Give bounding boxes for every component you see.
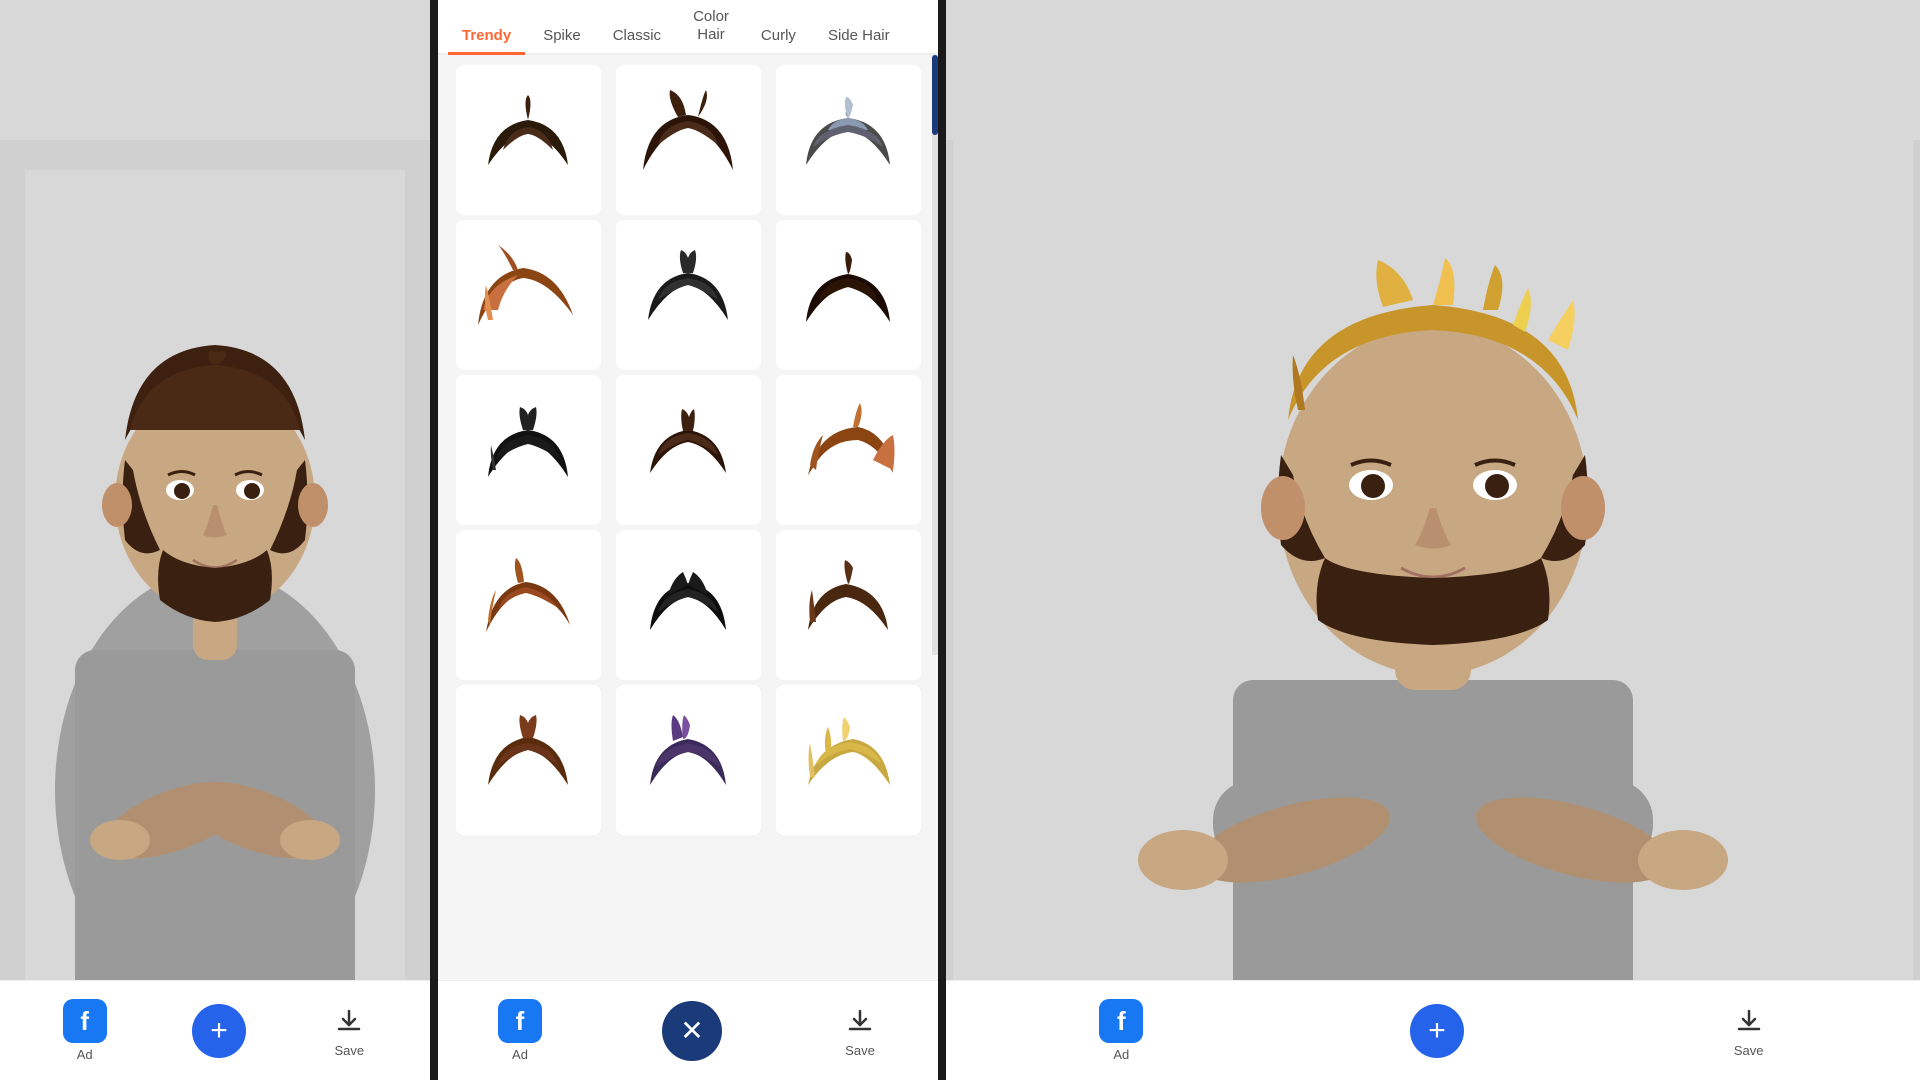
tab-side-hair[interactable]: Side Hair: [814, 19, 904, 55]
hair-style-14[interactable]: [616, 685, 761, 835]
right-facebook-icon[interactable]: f: [1099, 999, 1143, 1043]
center-panel: Trendy Spike Classic Color Hair Curly Si…: [438, 0, 938, 1080]
center-facebook-icon[interactable]: f: [498, 999, 542, 1043]
hair-row-5: [438, 685, 938, 835]
left-add-button[interactable]: +: [192, 1004, 246, 1058]
left-divider: [430, 0, 438, 1080]
hair-style-12[interactable]: [776, 530, 921, 680]
right-save-icon[interactable]: [1731, 1003, 1767, 1039]
right-ad-button[interactable]: f Ad: [1099, 999, 1143, 1062]
hair-row-4: [438, 530, 938, 680]
tab-curly[interactable]: Curly: [747, 19, 810, 55]
hair-style-9[interactable]: [776, 375, 921, 525]
hair-style-5[interactable]: [616, 220, 761, 370]
left-ad-button[interactable]: f Ad: [63, 999, 107, 1062]
hair-style-13[interactable]: [456, 685, 601, 835]
tab-spike[interactable]: Spike: [529, 19, 595, 55]
tab-classic[interactable]: Classic: [599, 19, 675, 55]
left-ad-label: Ad: [77, 1047, 93, 1062]
left-save-icon[interactable]: [331, 1003, 367, 1039]
tab-color-hair[interactable]: Color Hair: [679, 0, 743, 55]
left-save-label: Save: [334, 1043, 364, 1058]
scroll-thumb: [932, 55, 938, 135]
center-ad-label: Ad: [512, 1047, 528, 1062]
hair-style-11[interactable]: [616, 530, 761, 680]
right-save-button[interactable]: Save: [1731, 1003, 1767, 1058]
left-panel: f Ad + Save: [0, 0, 430, 1080]
right-add-button[interactable]: +: [1410, 1004, 1464, 1058]
center-save-button[interactable]: Save: [842, 1003, 878, 1058]
right-save-label: Save: [1734, 1043, 1764, 1058]
center-save-icon[interactable]: [842, 1003, 878, 1039]
hair-style-10[interactable]: [456, 530, 601, 680]
right-bottom-bar: f Ad + Save: [946, 980, 1920, 1080]
right-ad-label: Ad: [1113, 1047, 1129, 1062]
left-plus-icon[interactable]: +: [192, 1004, 246, 1058]
tab-trendy[interactable]: Trendy: [448, 19, 525, 55]
right-person-image: [946, 140, 1920, 1060]
hair-row-2: [438, 220, 938, 370]
scroll-bar[interactable]: [932, 55, 938, 655]
left-bottom-bar: f Ad + Save: [0, 980, 430, 1080]
hair-style-4[interactable]: [456, 220, 601, 370]
hair-style-1[interactable]: [456, 65, 601, 215]
hair-category-tabs: Trendy Spike Classic Color Hair Curly Si…: [438, 0, 938, 55]
hair-style-15[interactable]: [776, 685, 921, 835]
right-panel: f Ad + Save: [946, 0, 1920, 1080]
hair-style-2[interactable]: [616, 65, 761, 215]
hair-style-grid: [438, 55, 938, 980]
hair-style-6[interactable]: [776, 220, 921, 370]
right-divider: [938, 0, 946, 1080]
center-ad-button[interactable]: f Ad: [498, 999, 542, 1062]
left-person-image: [0, 140, 430, 1060]
right-plus-icon[interactable]: +: [1410, 1004, 1464, 1058]
hair-row-3: [438, 375, 938, 525]
center-save-label: Save: [845, 1043, 875, 1058]
hair-style-8[interactable]: [616, 375, 761, 525]
close-button[interactable]: ✕: [662, 1001, 722, 1061]
center-bottom-bar: f Ad ✕ Save: [438, 980, 938, 1080]
hair-row-1: [438, 65, 938, 215]
hair-style-7[interactable]: [456, 375, 601, 525]
hair-style-3[interactable]: [776, 65, 921, 215]
left-save-button[interactable]: Save: [331, 1003, 367, 1058]
left-facebook-icon[interactable]: f: [63, 999, 107, 1043]
